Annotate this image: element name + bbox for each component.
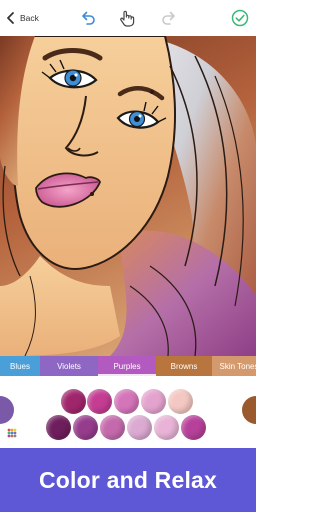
promo-banner: Color and Relax: [0, 448, 256, 512]
redo-icon: [162, 11, 175, 25]
color-swatch[interactable]: [154, 415, 179, 440]
tab-label: Blues: [9, 361, 30, 371]
tab-violets[interactable]: Violets: [40, 356, 98, 376]
tab-browns[interactable]: Browns: [156, 356, 212, 376]
coloring-app-screen: Back Blues Violets Purples Browns Skin T…: [0, 0, 256, 512]
color-swatch-prev-edge[interactable]: [0, 396, 14, 424]
tab-label: Skin Tones: [219, 361, 257, 371]
undo-button[interactable]: [77, 7, 99, 29]
tab-skin-tones[interactable]: Skin Tones: [212, 356, 256, 376]
color-swatch[interactable]: [87, 389, 112, 414]
tab-purples[interactable]: Purples: [98, 356, 156, 376]
color-swatch[interactable]: [114, 389, 139, 414]
tab-label: Violets: [57, 361, 81, 371]
color-swatch[interactable]: [46, 415, 71, 440]
tab-blues[interactable]: Blues: [0, 356, 40, 376]
checkmark-circle-icon: [231, 9, 249, 27]
color-swatch[interactable]: [73, 415, 98, 440]
portrait-illustration: [0, 36, 256, 356]
palette-menu-button[interactable]: [5, 426, 19, 440]
undo-icon: [82, 11, 95, 25]
done-button[interactable]: [229, 7, 251, 29]
coloring-canvas[interactable]: [0, 36, 256, 356]
tab-label: Browns: [170, 361, 198, 371]
hand-tool-button[interactable]: [116, 7, 138, 29]
hand-pointer-icon: [120, 10, 135, 27]
back-button[interactable]: Back: [4, 8, 39, 28]
back-label: Back: [20, 13, 39, 23]
color-swatch[interactable]: [127, 415, 152, 440]
color-swatch[interactable]: [100, 415, 125, 440]
color-palette: [0, 376, 256, 444]
redo-button[interactable]: [158, 7, 180, 29]
tab-label: Purples: [113, 361, 141, 371]
color-swatch-next-edge[interactable]: [242, 396, 256, 424]
top-toolbar: Back: [0, 0, 256, 36]
color-swatch[interactable]: [61, 389, 86, 414]
banner-title: Color and Relax: [38, 466, 218, 493]
color-swatch[interactable]: [168, 389, 193, 414]
color-category-tabs: Blues Violets Purples Browns Skin Tones: [0, 356, 256, 376]
color-swatch[interactable]: [181, 415, 206, 440]
dots-grid-icon: [7, 428, 17, 438]
chevron-left-icon: [7, 12, 14, 24]
color-swatch[interactable]: [141, 389, 166, 414]
